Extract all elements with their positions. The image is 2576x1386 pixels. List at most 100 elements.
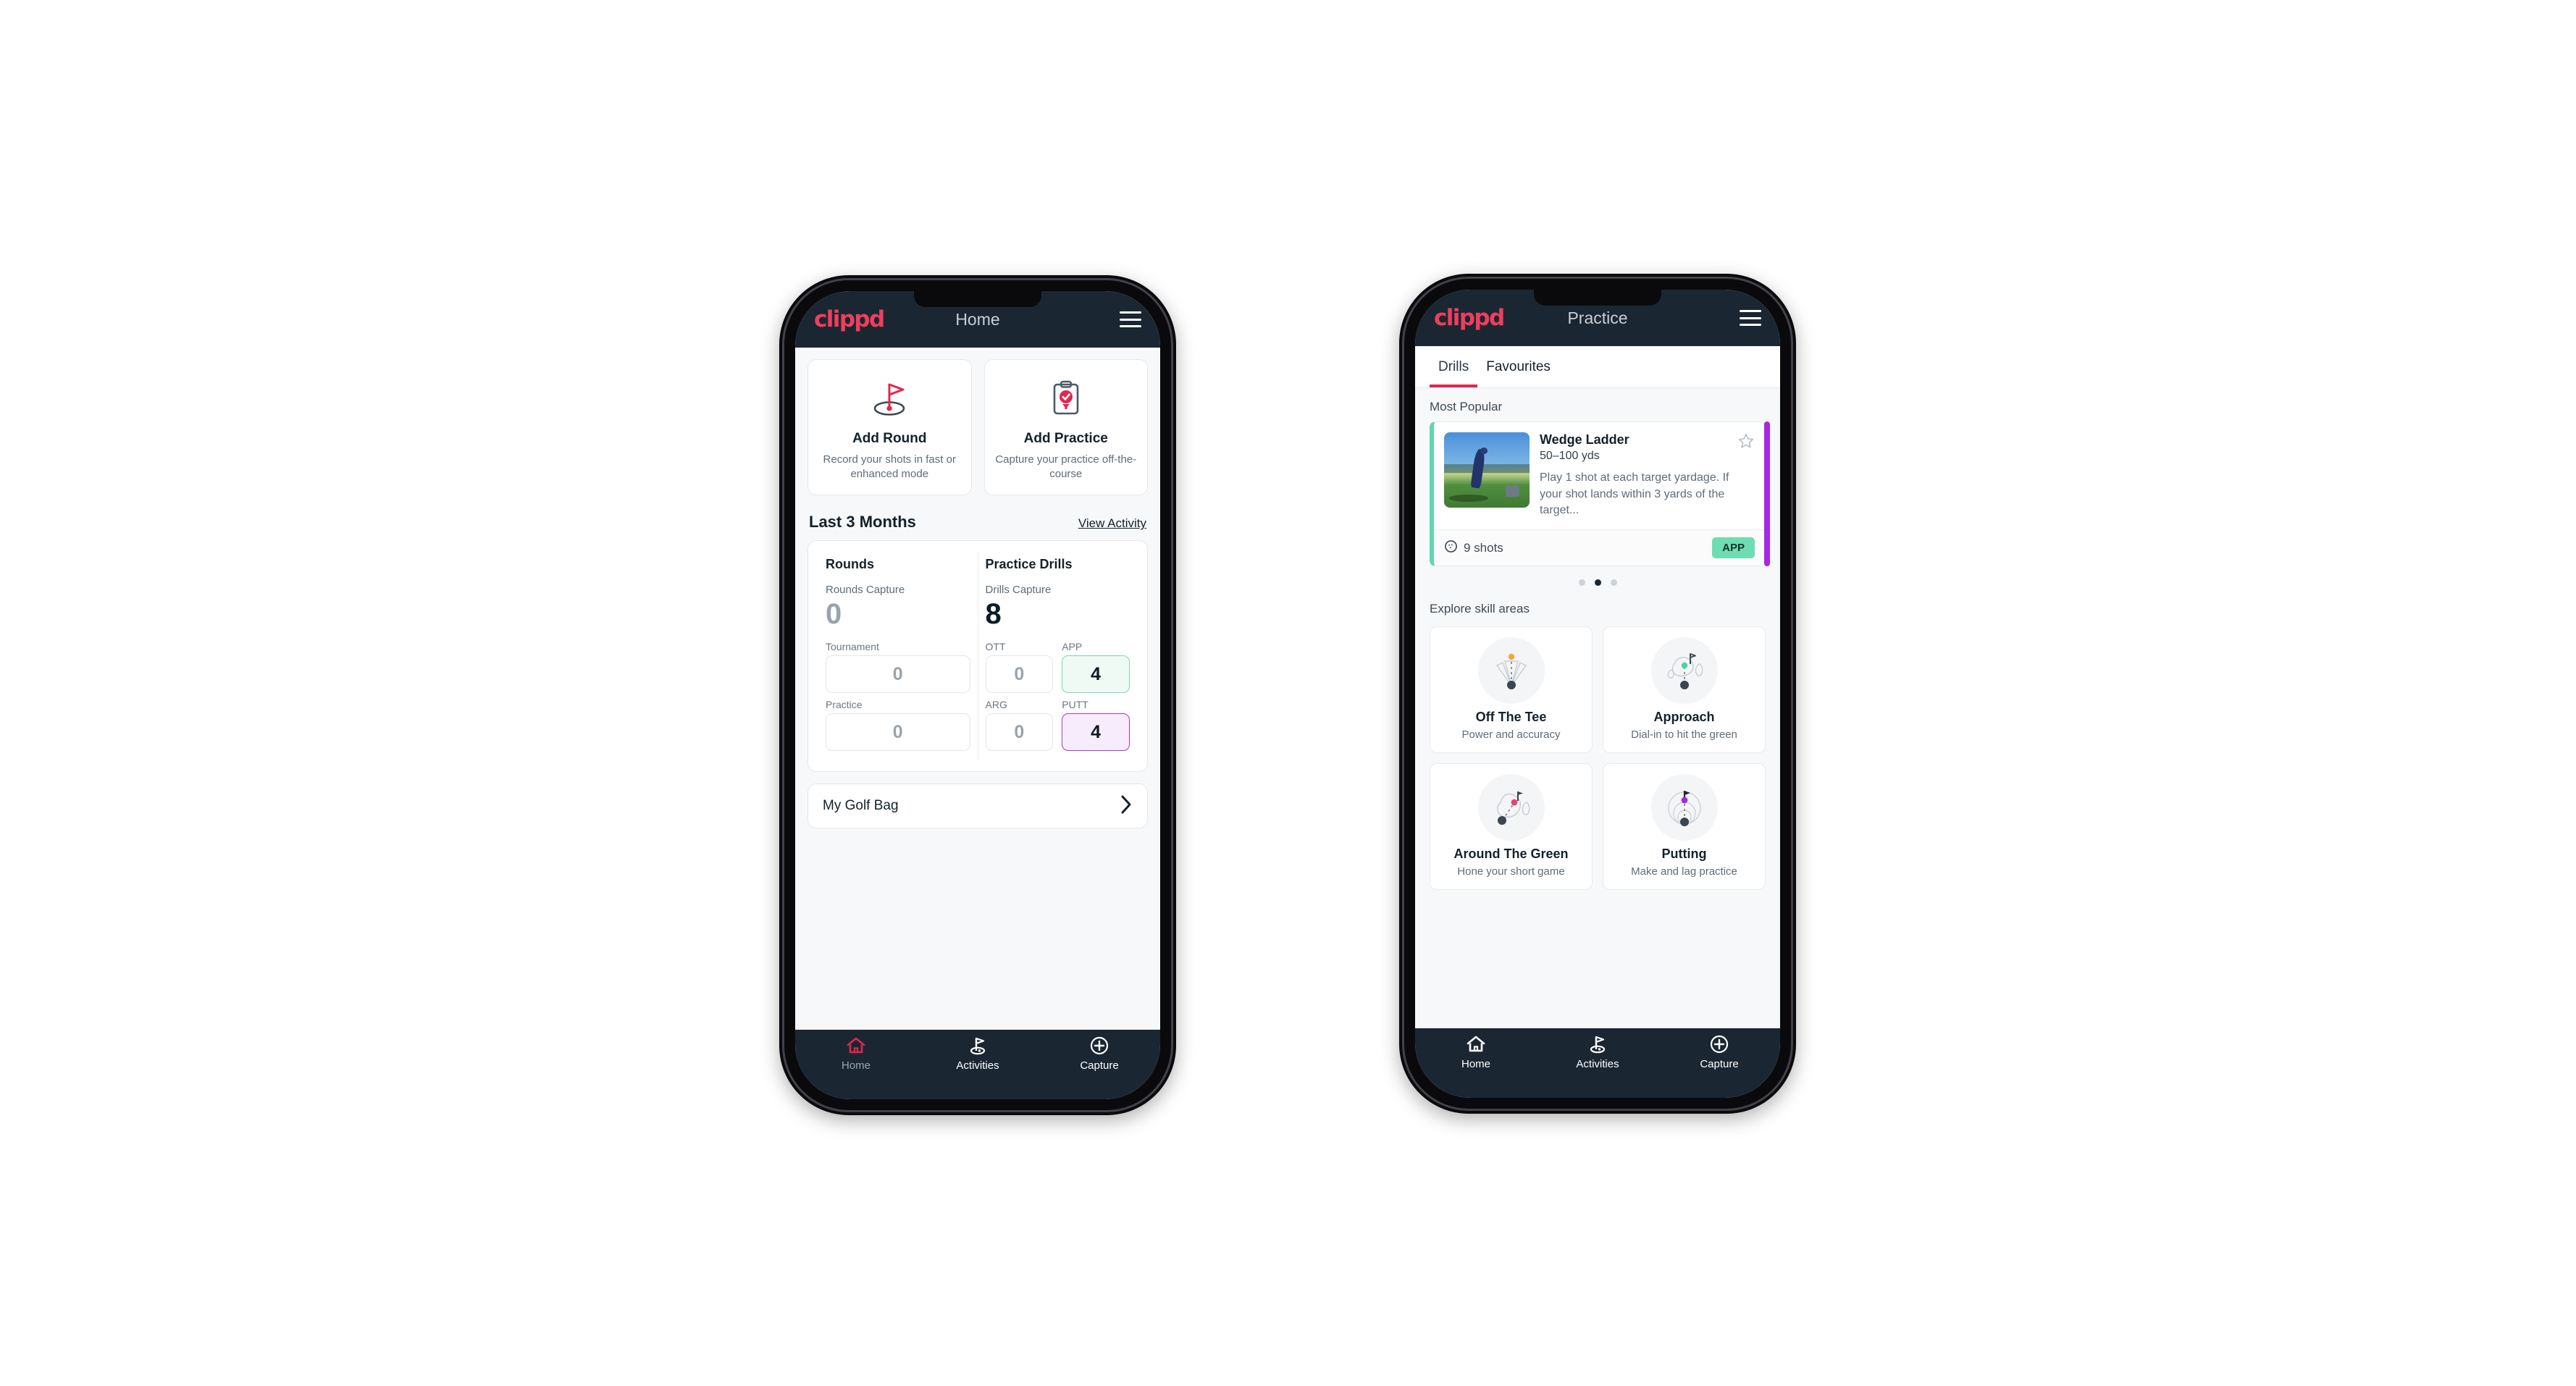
drill-arg-value: 0	[985, 713, 1054, 752]
drills-title: Practice Drills	[985, 557, 1073, 572]
phone-screen-practice: clippd Practice Drills Favourites Most P…	[1415, 290, 1780, 1098]
drill-description: Play 1 shot at each target yardage. If y…	[1540, 471, 1729, 517]
skill-title: Off The Tee	[1475, 710, 1547, 725]
drill-thumbnail	[1444, 432, 1530, 508]
rounds-tournament-stat[interactable]: Tournament 0	[826, 641, 970, 694]
last-3-months-header: Last 3 Months View Activity	[795, 495, 1160, 540]
skill-subtitle: Hone your short game	[1457, 865, 1565, 878]
home-icon	[1466, 1034, 1486, 1054]
chevron-right-icon	[1120, 794, 1133, 818]
drill-ott-value: 0	[985, 655, 1054, 694]
carousel-dot-2[interactable]	[1594, 579, 1601, 587]
add-practice-subtitle: Capture your practice off-the-course	[995, 453, 1137, 481]
nav-label-capture: Capture	[1700, 1058, 1739, 1070]
practice-drills-column: Practice Drills Drills Capture 8 OTT 0 A…	[977, 551, 1138, 762]
clippd-logo[interactable]: clippd	[1434, 305, 1505, 331]
drill-shots-label: 9 shots	[1464, 540, 1503, 555]
tab-favourites[interactable]: Favourites	[1477, 346, 1559, 387]
drill-stat-putt[interactable]: PUTT 4	[1062, 699, 1130, 752]
nav-item-activities[interactable]: Activities	[1537, 1034, 1658, 1098]
hamburger-icon[interactable]	[1120, 311, 1141, 327]
skill-areas-grid: Off The Tee Power and accuracy Approach …	[1415, 623, 1780, 891]
add-practice-title: Add Practice	[1023, 431, 1108, 446]
skill-title: Approach	[1653, 710, 1715, 725]
skill-subtitle: Make and lag practice	[1631, 865, 1737, 878]
phone-screen-home: clippd Home Add Round Record your shots …	[795, 291, 1160, 1099]
drill-meta: Wedge Ladder 50–100 yds Play 1 shot at e…	[1540, 432, 1755, 519]
rounds-tournament-value: 0	[826, 655, 970, 694]
golf-ball-icon	[1444, 539, 1458, 557]
add-practice-card[interactable]: Add Practice Capture your practice off-t…	[983, 359, 1148, 496]
nav-label-home: Home	[1461, 1058, 1490, 1070]
drill-card-wedge-ladder[interactable]: Wedge Ladder 50–100 yds Play 1 shot at e…	[1430, 421, 1766, 567]
phone-notch	[1534, 290, 1661, 306]
bottom-navigation-practice: Home Activities Capture	[1415, 1028, 1780, 1098]
rounds-tournament-label: Tournament	[826, 641, 879, 653]
drill-putt-label: PUTT	[1062, 699, 1088, 711]
star-outline-icon[interactable]	[1737, 432, 1755, 453]
rounds-practice-value: 0	[826, 713, 970, 752]
bottom-navigation-home: Home Activities Capture	[795, 1030, 1160, 1099]
carousel-dot-1[interactable]	[1578, 579, 1585, 587]
rounds-breakdown: Tournament 0 Practice 0	[826, 641, 970, 752]
nav-item-home[interactable]: Home	[1415, 1034, 1537, 1098]
skill-title: Putting	[1661, 847, 1707, 862]
clipboard-check-tee-icon	[992, 376, 1141, 421]
practice-tabs: Drills Favourites	[1415, 346, 1780, 388]
nav-label-capture: Capture	[1080, 1059, 1119, 1072]
rounds-practice-label: Practice	[826, 699, 863, 711]
my-golf-bag-label: My Golf Bag	[823, 798, 899, 814]
drill-stat-ott[interactable]: OTT 0	[985, 641, 1054, 694]
drill-app-value: 4	[1062, 655, 1130, 694]
tab-drills[interactable]: Drills	[1430, 346, 1478, 387]
home-icon	[846, 1036, 866, 1056]
nav-item-activities[interactable]: Activities	[917, 1036, 1039, 1099]
practice-scroll-body: Most Popular Wedge Ladder 50–100 yds Pla…	[1415, 388, 1780, 1028]
chip-around-green-icon	[1477, 774, 1545, 841]
nav-label-home: Home	[841, 1059, 870, 1072]
drill-shots: 9 shots	[1444, 539, 1503, 557]
drill-ott-label: OTT	[985, 641, 1006, 653]
add-round-title: Add Round	[852, 431, 927, 446]
stats-card: Rounds Rounds Capture 0 Tournament 0 Pra…	[807, 540, 1148, 773]
drills-breakdown: OTT 0 APP 4 ARG 0 PUTT 4	[985, 641, 1130, 752]
skill-title: Around The Green	[1453, 847, 1569, 862]
skill-card-off-the-tee[interactable]: Off The Tee Power and accuracy	[1430, 626, 1593, 754]
drill-carousel[interactable]: Wedge Ladder 50–100 yds Play 1 shot at e…	[1415, 421, 1780, 567]
skill-card-putting[interactable]: Putting Make and lag practice	[1603, 763, 1766, 891]
hamburger-icon[interactable]	[1740, 310, 1761, 326]
nav-item-home[interactable]: Home	[795, 1036, 917, 1099]
tee-dispersion-icon	[1477, 637, 1545, 705]
phone-device-practice: clippd Practice Drills Favourites Most P…	[1399, 274, 1796, 1114]
add-round-card[interactable]: Add Round Record your shots in fast or e…	[807, 359, 972, 496]
screenshot-canvas: clippd Home Add Round Record your shots …	[0, 0, 2576, 1386]
clippd-logo[interactable]: clippd	[814, 306, 885, 332]
plus-circle-icon	[1089, 1036, 1109, 1056]
golf-flag-hole-icon	[815, 376, 964, 421]
nav-item-capture[interactable]: Capture	[1039, 1036, 1160, 1099]
rounds-title: Rounds	[826, 557, 874, 572]
my-golf-bag-row[interactable]: My Golf Bag	[807, 784, 1148, 829]
view-activity-link[interactable]: View Activity	[1078, 516, 1146, 531]
carousel-dots[interactable]	[1415, 566, 1780, 590]
golf-flag-icon	[1587, 1034, 1608, 1054]
next-card-accent-strip[interactable]	[1764, 421, 1770, 567]
nav-item-capture[interactable]: Capture	[1658, 1034, 1780, 1098]
phone-notch	[914, 291, 1041, 307]
drill-stat-arg[interactable]: ARG 0	[985, 699, 1054, 752]
carousel-dot-3[interactable]	[1610, 579, 1617, 587]
skill-subtitle: Power and accuracy	[1461, 728, 1561, 742]
putting-rings-icon	[1650, 774, 1718, 841]
drill-app-label: APP	[1062, 641, 1083, 653]
rounds-practice-stat[interactable]: Practice 0	[826, 699, 970, 752]
drill-card-footer: 9 shots APP	[1434, 529, 1765, 566]
skill-card-around-the-green[interactable]: Around The Green Hone your short game	[1430, 763, 1593, 891]
drill-yardage: 50–100 yds	[1540, 450, 1600, 462]
explore-skill-areas-label: Explore skill areas	[1430, 602, 1530, 616]
rounds-capture-label: Rounds Capture	[826, 584, 905, 597]
drill-stat-app[interactable]: APP 4	[1062, 641, 1130, 694]
skill-card-approach[interactable]: Approach Dial-in to hit the green	[1603, 626, 1766, 754]
home-scroll-body: Add Round Record your shots in fast or e…	[795, 348, 1160, 1030]
section-title: Last 3 Months	[809, 513, 916, 532]
drills-capture-value: 8	[985, 598, 1002, 631]
